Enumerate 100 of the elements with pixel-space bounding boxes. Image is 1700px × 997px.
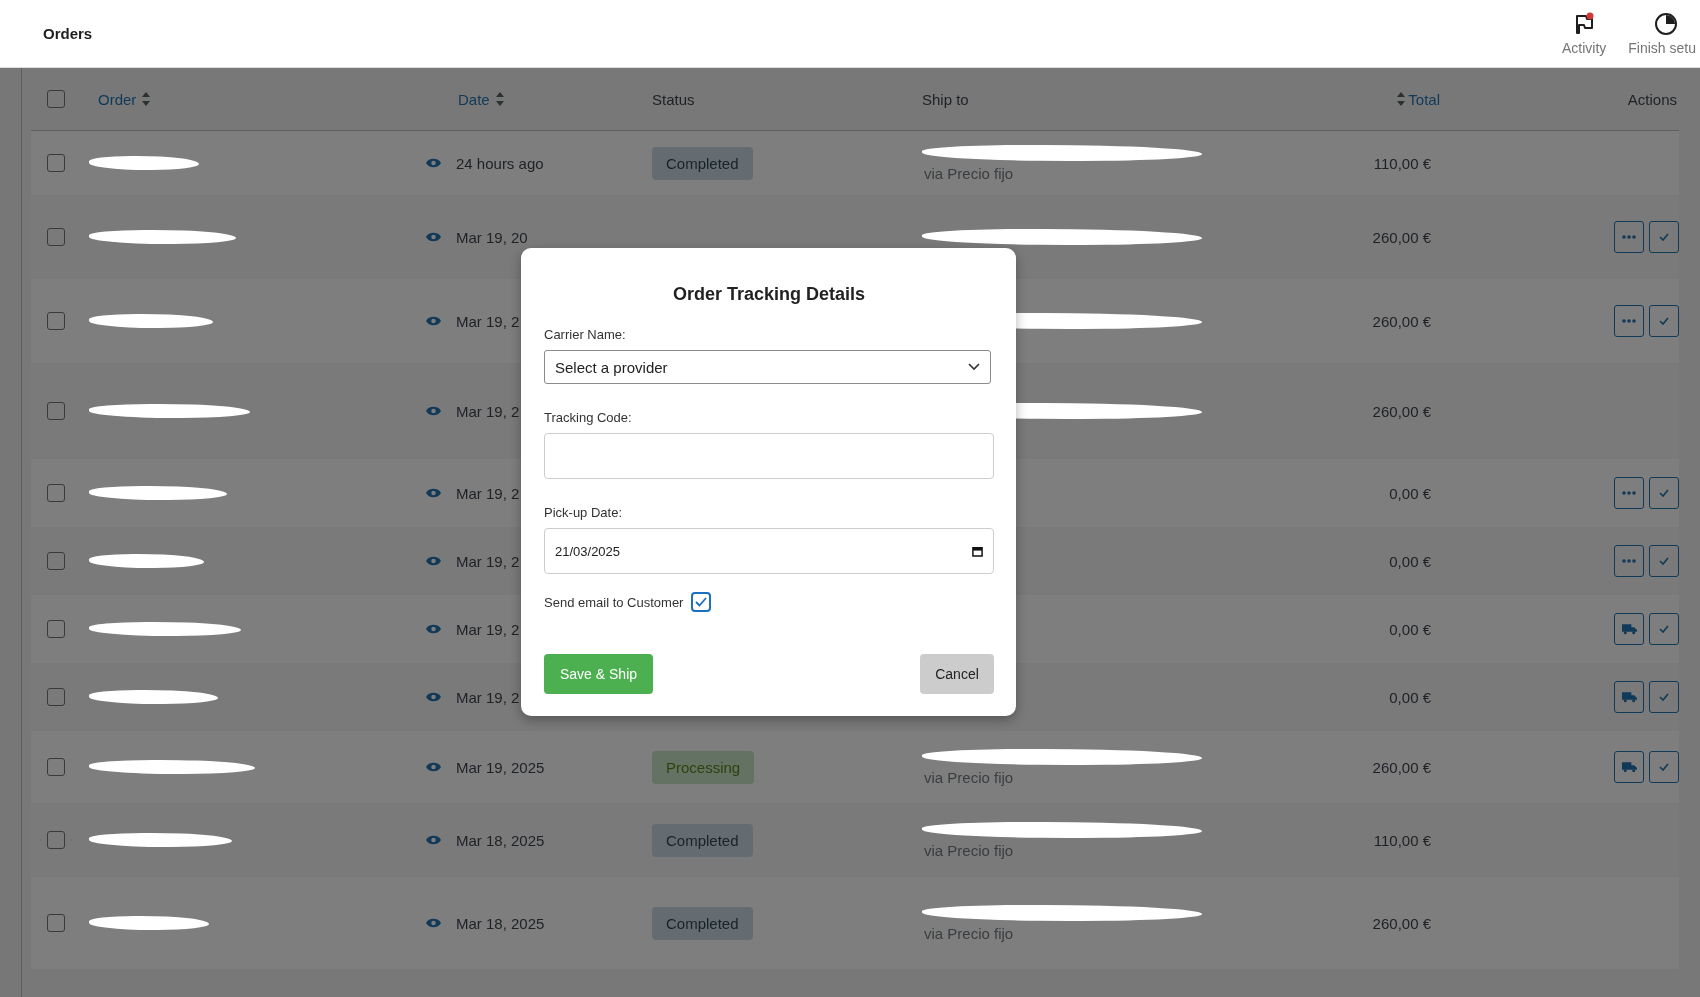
select-all-checkbox[interactable]	[47, 90, 65, 108]
row-checkbox[interactable]	[47, 312, 65, 330]
pickup-date-field[interactable]: 21/03/2025	[544, 528, 994, 574]
column-header: Ship to	[922, 90, 969, 108]
row-checkbox[interactable]	[47, 688, 65, 706]
more-icon	[1622, 319, 1636, 323]
eye-icon[interactable]	[425, 762, 441, 772]
eye-icon[interactable]	[425, 316, 441, 326]
date-text: Mar 19, 2	[456, 312, 520, 330]
complete-button[interactable]	[1649, 305, 1679, 337]
complete-button[interactable]	[1649, 613, 1679, 645]
order-total: 260,00 €	[1372, 758, 1431, 776]
check-icon	[1659, 693, 1669, 701]
more-button[interactable]	[1614, 545, 1644, 577]
save-ship-button[interactable]: Save & Ship	[544, 654, 654, 694]
row-checkbox[interactable]	[47, 552, 65, 570]
row-checkbox[interactable]	[47, 228, 65, 246]
date-text: Mar 19, 2	[456, 688, 520, 706]
date-text: Mar 19, 2	[456, 552, 520, 570]
row-checkbox[interactable]	[47, 154, 65, 172]
complete-button[interactable]	[1649, 751, 1679, 783]
eye-icon[interactable]	[425, 406, 441, 416]
eye-icon[interactable]	[425, 232, 441, 242]
row-checkbox[interactable]	[47, 484, 65, 502]
status-badge: Processing	[652, 750, 755, 784]
cancel-button[interactable]: Cancel	[920, 654, 994, 694]
ship-button[interactable]	[1614, 613, 1644, 645]
order-total: 0,00 €	[1389, 552, 1431, 570]
truck-icon	[1621, 691, 1637, 703]
order-total: 260,00 €	[1372, 914, 1431, 932]
header-action[interactable]: Finish setu	[1628, 11, 1696, 56]
column-header[interactable]: Total	[1408, 90, 1440, 108]
check-icon	[695, 597, 708, 607]
row-checkbox[interactable]	[47, 914, 65, 932]
more-button[interactable]	[1614, 305, 1644, 337]
ship-button[interactable]	[1614, 681, 1644, 713]
ship-button[interactable]	[1614, 751, 1644, 783]
header-action[interactable]: Activity	[1561, 11, 1607, 56]
row-checkbox[interactable]	[47, 831, 65, 849]
order-total: 0,00 €	[1389, 620, 1431, 638]
dialog-title: Order Tracking Details	[671, 284, 867, 305]
date-text: Mar 19, 2	[456, 402, 520, 420]
page-title: Orders	[43, 25, 93, 42]
order-total: 110,00 €	[1373, 831, 1431, 849]
date-text: Mar 18, 2025	[456, 914, 545, 932]
row-checkbox[interactable]	[47, 402, 65, 420]
order-total: 0,00 €	[1389, 688, 1431, 706]
shipping-method: via Precio fijo	[923, 841, 1015, 859]
column-header[interactable]: Date	[458, 90, 490, 108]
complete-button[interactable]	[1649, 545, 1679, 577]
row-checkbox[interactable]	[47, 620, 65, 638]
eye-icon[interactable]	[425, 158, 441, 168]
date-text: Mar 19, 20	[456, 228, 528, 246]
more-button[interactable]	[1614, 477, 1644, 509]
carrier-select[interactable]: Select a provider	[544, 350, 991, 384]
order-total: 0,00 €	[1389, 484, 1431, 502]
email-checkbox[interactable]	[691, 592, 712, 612]
complete-button[interactable]	[1649, 681, 1679, 713]
column-header: Actions	[1627, 90, 1677, 108]
eye-icon[interactable]	[425, 488, 441, 498]
row-checkbox[interactable]	[47, 758, 65, 776]
tracking-code-field[interactable]	[544, 433, 994, 479]
more-icon	[1622, 559, 1636, 563]
sort-icon	[141, 92, 152, 106]
shipping-method: via Precio fijo	[923, 164, 1015, 182]
eye-icon[interactable]	[425, 624, 441, 634]
truck-icon	[1621, 623, 1637, 635]
check-icon	[1659, 763, 1669, 771]
check-icon	[1659, 625, 1669, 633]
date-text: 24 hours ago	[456, 154, 544, 172]
more-icon	[1622, 491, 1636, 495]
eye-icon[interactable]	[425, 918, 441, 928]
status-badge: Completed	[652, 906, 753, 940]
progress-icon	[1654, 11, 1679, 36]
date-text: Mar 19, 2	[456, 620, 520, 638]
eye-icon[interactable]	[425, 692, 441, 702]
eye-icon[interactable]	[425, 556, 441, 566]
order-total: 260,00 €	[1372, 402, 1431, 420]
shipping-method: via Precio fijo	[923, 768, 1015, 786]
column-header[interactable]: Order	[98, 90, 137, 108]
date-text: Mar 19, 2	[456, 484, 520, 502]
sort-icon	[1396, 92, 1407, 106]
check-icon	[1659, 557, 1669, 565]
field-label: Pick-up Date:	[544, 505, 624, 520]
check-icon	[1659, 317, 1669, 325]
eye-icon[interactable]	[425, 835, 441, 845]
order-total: 260,00 €	[1372, 312, 1431, 330]
order-total: 110,00 €	[1373, 154, 1431, 172]
truck-icon	[1621, 761, 1637, 773]
date-text: Mar 19, 2025	[456, 758, 545, 776]
complete-button[interactable]	[1649, 221, 1679, 253]
field-label: Carrier Name:	[544, 327, 627, 342]
more-icon	[1622, 235, 1636, 239]
status-badge: Completed	[652, 823, 753, 857]
sort-icon	[494, 92, 505, 106]
more-button[interactable]	[1614, 221, 1644, 253]
complete-button[interactable]	[1649, 477, 1679, 509]
field-label: Tracking Code:	[544, 410, 633, 425]
check-icon	[1659, 233, 1669, 241]
checkbox-label: Send email to Customer	[544, 594, 684, 610]
